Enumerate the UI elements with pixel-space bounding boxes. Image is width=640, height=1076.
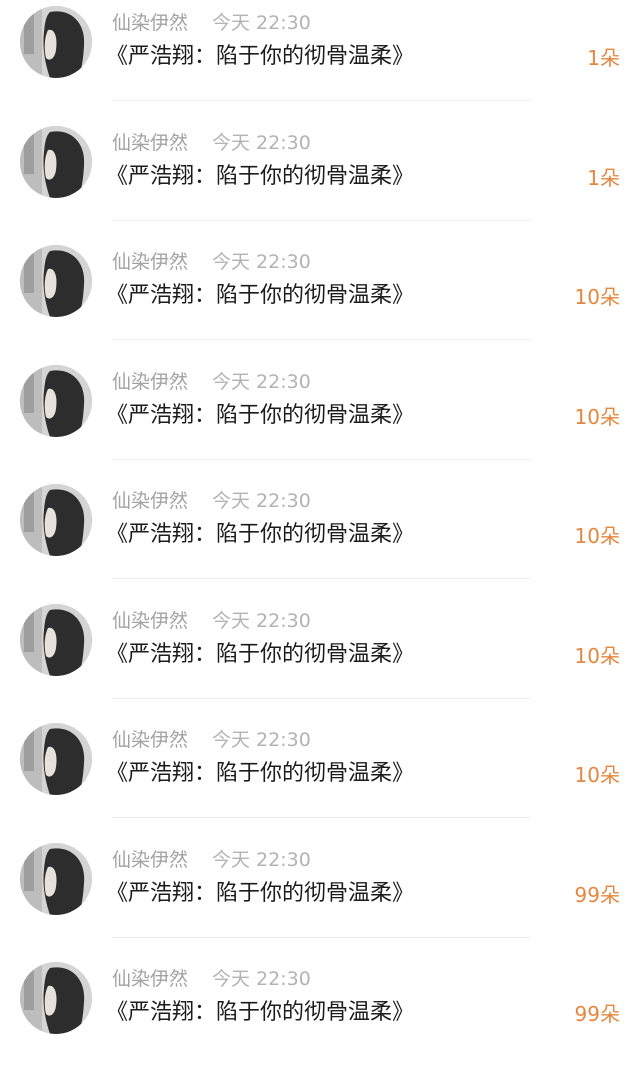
work-title[interactable]: 《严浩翔：陷于你的彻骨温柔》	[106, 640, 414, 670]
avatar[interactable]	[20, 245, 92, 317]
message-time: 今天 22:30	[212, 251, 311, 273]
avatar[interactable]	[20, 962, 92, 1034]
divider	[112, 578, 530, 579]
work-title[interactable]: 《严浩翔：陷于你的彻骨温柔》	[106, 520, 414, 550]
list-item[interactable]: 仙染伊然 今天 22:30 《严浩翔：陷于你的彻骨温柔》 10朵	[0, 478, 640, 598]
sender-name: 仙染伊然	[112, 131, 189, 154]
avatar[interactable]	[20, 364, 92, 437]
list-item[interactable]: 仙染伊然 今天 22:30 《严浩翔：陷于你的彻骨温柔》 10朵	[0, 717, 640, 837]
gift-count: 10朵	[574, 524, 620, 548]
sender-name: 仙染伊然	[112, 12, 189, 34]
avatar[interactable]	[20, 484, 92, 556]
list-item[interactable]: 仙染伊然 今天 22:30 《严浩翔：陷于你的彻骨温柔》 99朵	[0, 837, 640, 957]
message-time: 今天 22:30	[212, 12, 311, 34]
divider	[112, 219, 530, 221]
divider	[112, 697, 530, 699]
list-item[interactable]: 仙染伊然 今天 22:30 《严浩翔：陷于你的彻骨温柔》 10朵	[0, 359, 640, 479]
divider	[112, 339, 530, 340]
work-title[interactable]: 《严浩翔：陷于你的彻骨温柔》	[106, 759, 414, 789]
sender-name: 仙染伊然	[112, 968, 189, 990]
avatar-image	[20, 603, 92, 676]
avatar-image	[20, 484, 92, 556]
message-time: 今天 22:30	[212, 848, 311, 871]
sender-name: 仙染伊然	[112, 370, 189, 393]
work-title[interactable]: 《严浩翔：陷于你的彻骨温柔》	[106, 998, 414, 1028]
sender-name: 仙染伊然	[112, 609, 189, 632]
sender-name: 仙染伊然	[112, 490, 189, 512]
list-item[interactable]: 仙染伊然 今天 22:30 《严浩翔：陷于你的彻骨温柔》 99朵	[0, 956, 640, 1076]
divider	[112, 100, 530, 101]
avatar[interactable]	[20, 842, 92, 915]
work-title[interactable]: 《严浩翔：陷于你的彻骨温柔》	[106, 401, 414, 431]
sender-name: 仙染伊然	[112, 251, 189, 273]
message-time: 今天 22:30	[212, 370, 311, 393]
message-list: 仙染伊然 今天 22:30 《严浩翔：陷于你的彻骨温柔》 1朵 仙染伊然 今天 …	[0, 0, 640, 1034]
work-title[interactable]: 《严浩翔：陷于你的彻骨温柔》	[106, 281, 414, 311]
gift-count: 99朵	[574, 882, 620, 907]
work-title[interactable]: 《严浩翔：陷于你的彻骨温柔》	[106, 42, 414, 72]
gift-count: 99朵	[574, 1002, 620, 1026]
divider	[112, 817, 530, 818]
list-item[interactable]: 仙染伊然 今天 22:30 《严浩翔：陷于你的彻骨温柔》 1朵	[0, 120, 640, 240]
list-item[interactable]: 仙染伊然 今天 22:30 《严浩翔：陷于你的彻骨温柔》 1朵	[0, 0, 640, 120]
avatar[interactable]	[20, 125, 92, 198]
avatar-image	[20, 125, 92, 198]
gift-count: 1朵	[587, 46, 620, 70]
divider	[112, 458, 530, 460]
message-time: 今天 22:30	[212, 968, 311, 990]
work-title[interactable]: 《严浩翔：陷于你的彻骨温柔》	[106, 162, 414, 192]
gift-count: 10朵	[574, 763, 620, 787]
avatar-image	[20, 723, 92, 795]
gift-count: 10朵	[574, 643, 620, 668]
avatar-image	[20, 364, 92, 437]
avatar[interactable]	[20, 6, 92, 78]
avatar[interactable]	[20, 603, 92, 676]
message-time: 今天 22:30	[212, 131, 311, 154]
work-title[interactable]: 《严浩翔：陷于你的彻骨温柔》	[106, 879, 414, 909]
sender-name: 仙染伊然	[112, 848, 189, 871]
message-time: 今天 22:30	[212, 609, 311, 632]
message-time: 今天 22:30	[212, 490, 311, 512]
message-time: 今天 22:30	[212, 729, 311, 751]
gift-count: 1朵	[587, 165, 620, 190]
avatar-image	[20, 6, 92, 78]
list-item[interactable]: 仙染伊然 今天 22:30 《严浩翔：陷于你的彻骨温柔》 10朵	[0, 598, 640, 718]
avatar-image	[20, 962, 92, 1034]
sender-name: 仙染伊然	[112, 729, 189, 751]
avatar[interactable]	[20, 723, 92, 795]
divider	[112, 936, 530, 938]
gift-count: 10朵	[574, 404, 620, 429]
gift-count: 10朵	[574, 285, 620, 309]
avatar-image	[20, 842, 92, 915]
avatar-image	[20, 245, 92, 317]
list-item[interactable]: 仙染伊然 今天 22:30 《严浩翔：陷于你的彻骨温柔》 10朵	[0, 239, 640, 359]
